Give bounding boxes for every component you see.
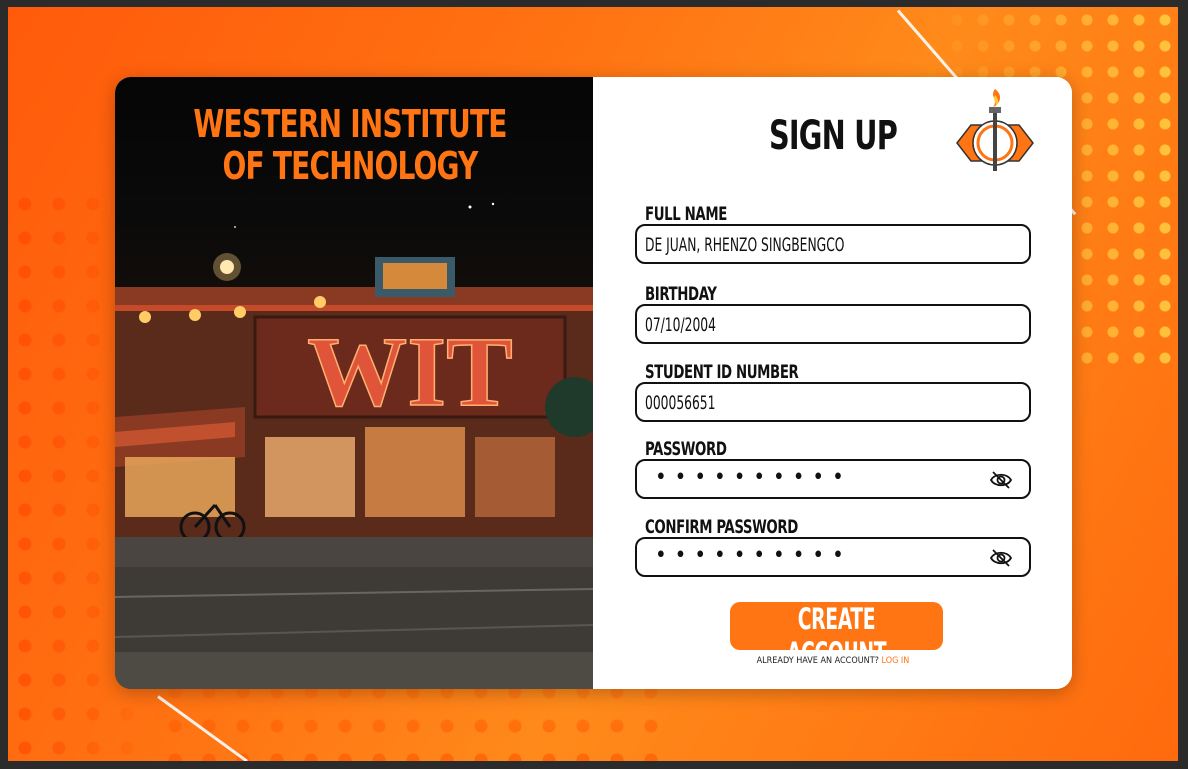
full-name-field[interactable]: DE JUAN, RHENZO SINGBENGCO — [635, 224, 1031, 264]
signup-card: WIT WESTERN INSTITUTE OF TECHNOLOGY SIGN… — [115, 77, 1072, 689]
password-label: PASSWORD — [645, 438, 727, 460]
confirm-password-label: CONFIRM PASSWORD — [645, 516, 798, 538]
birthday-value: 07/10/2004 — [645, 314, 716, 336]
confirm-password-value: •••••••••• — [655, 543, 852, 568]
password-field[interactable]: •••••••••• — [635, 459, 1031, 499]
torch-emblem-logo — [956, 89, 1034, 171]
school-name-line: OF TECHNOLOGY — [222, 144, 479, 188]
login-prompt-row: ALREADY HAVE AN ACCOUNT? LOG IN — [593, 656, 1072, 666]
wit-sign-text: WIT — [307, 316, 513, 427]
student-id-field[interactable]: 000056651 — [635, 382, 1031, 422]
login-link[interactable]: LOG IN — [882, 656, 910, 666]
eye-slash-icon[interactable] — [989, 548, 1013, 568]
full-name-label: FULL NAME — [645, 203, 727, 225]
student-id-value: 000056651 — [645, 392, 716, 414]
create-account-button[interactable]: CREATE ACCOUNT — [730, 602, 943, 670]
school-name-line: WESTERN INSTITUTE — [193, 102, 507, 146]
confirm-password-field[interactable]: •••••••••• — [635, 537, 1031, 577]
birthday-field[interactable]: 07/10/2004 — [635, 304, 1031, 344]
birthday-label: BIRTHDAY — [645, 283, 717, 305]
school-name-heading: WESTERN INSTITUTE OF TECHNOLOGY — [157, 103, 542, 187]
full-name-value: DE JUAN, RHENZO SINGBENGCO — [645, 234, 845, 256]
student-id-label: STUDENT ID NUMBER — [645, 361, 799, 383]
login-prompt: ALREADY HAVE AN ACCOUNT? — [756, 656, 879, 666]
signup-form-panel: SIGN UP FULL NAME DE JUAN, RHENZO SINGBE… — [593, 77, 1072, 689]
campus-illustration-panel: WIT WESTERN INSTITUTE OF TECHNOLOGY — [115, 77, 593, 689]
password-value: •••••••••• — [655, 465, 852, 490]
eye-slash-icon[interactable] — [989, 470, 1013, 490]
